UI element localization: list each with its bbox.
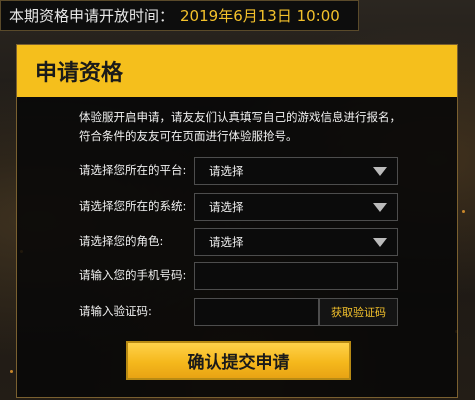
submit-application-button[interactable]: 确认提交申请 <box>126 341 351 380</box>
role-select[interactable]: 请选择 <box>194 228 398 256</box>
system-label: 请选择您所在的系统: <box>79 199 187 213</box>
description-line: 体验服开启申请，请友友们认真填写自己的游戏信息进行报名， <box>79 110 401 124</box>
get-code-button[interactable]: 获取验证码 <box>319 298 398 326</box>
role-select-value: 请选择 <box>209 235 244 249</box>
panel-description: 体验服开启申请，请友友们认真填写自己的游戏信息进行报名， 符合条件的友友可在页面… <box>79 108 429 146</box>
panel-header: 申请资格 <box>17 45 457 97</box>
role-row: 请选择您的角色: 请选择 <box>79 228 398 256</box>
chevron-down-icon <box>373 167 387 176</box>
chevron-down-icon <box>373 238 387 247</box>
panel-title: 申请资格 <box>35 61 124 86</box>
open-time-banner: 本期资格申请开放时间： 2019年6月13日 10:00 <box>0 0 359 31</box>
application-panel: 申请资格 体验服开启申请，请友友们认真填写自己的游戏信息进行报名， 符合条件的友… <box>16 44 458 398</box>
phone-input[interactable] <box>194 262 398 290</box>
system-row: 请选择您所在的系统: 请选择 <box>79 193 398 221</box>
platform-select-value: 请选择 <box>209 164 244 178</box>
open-time-value: 2019年6月13日 10:00 <box>180 7 340 25</box>
platform-select[interactable]: 请选择 <box>194 157 398 185</box>
system-select[interactable]: 请选择 <box>194 193 398 221</box>
code-row: 请输入验证码: 获取验证码 <box>79 298 398 326</box>
system-select-value: 请选择 <box>209 200 244 214</box>
ember-particle <box>462 210 465 213</box>
description-line: 符合条件的友友可在页面进行体验服抢号。 <box>79 129 298 143</box>
open-time-label: 本期资格申请开放时间： <box>9 7 175 25</box>
platform-row: 请选择您所在的平台: 请选择 <box>79 157 398 185</box>
code-label: 请输入验证码: <box>79 304 152 318</box>
phone-label: 请输入您的手机号码: <box>79 268 187 282</box>
platform-label: 请选择您所在的平台: <box>79 163 187 177</box>
chevron-down-icon <box>373 203 387 212</box>
ember-particle <box>10 370 13 373</box>
verification-code-input[interactable] <box>194 298 319 326</box>
phone-row: 请输入您的手机号码: <box>79 262 398 290</box>
role-label: 请选择您的角色: <box>79 234 164 248</box>
